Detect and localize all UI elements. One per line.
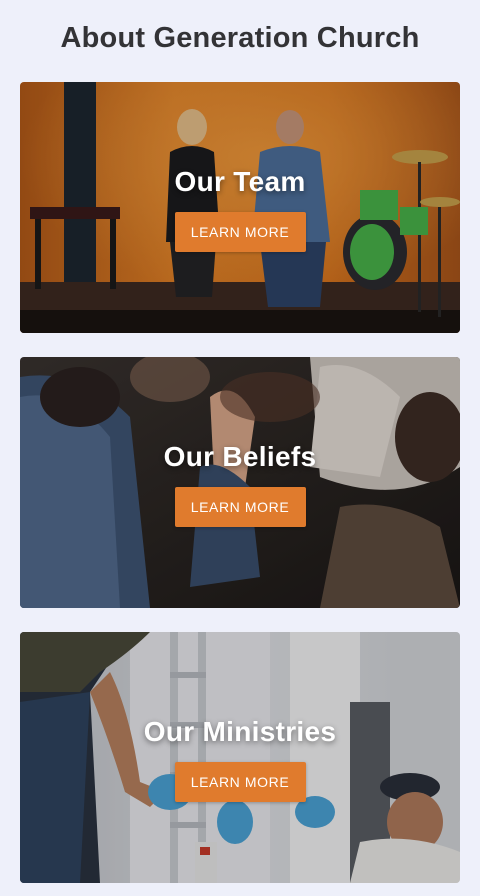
learn-more-button-team[interactable]: LEARN MORE xyxy=(174,211,306,252)
card-our-beliefs[interactable]: Our Beliefs LEARN MORE xyxy=(20,357,460,608)
card-content: Our Beliefs LEARN MORE xyxy=(20,357,460,608)
card-our-team[interactable]: Our Team LEARN MORE xyxy=(20,82,460,333)
card-title: Our Team xyxy=(174,165,306,197)
card-our-ministries[interactable]: Our Ministries LEARN MORE xyxy=(20,632,460,883)
page-title: About Generation Church xyxy=(60,22,420,54)
learn-more-button-beliefs[interactable]: LEARN MORE xyxy=(174,486,306,527)
card-content: Our Ministries LEARN MORE xyxy=(20,632,460,883)
card-title: Our Ministries xyxy=(143,715,337,747)
card-title: Our Beliefs xyxy=(163,440,317,472)
card-content: Our Team LEARN MORE xyxy=(20,82,460,333)
learn-more-button-ministries[interactable]: LEARN MORE xyxy=(174,761,306,802)
